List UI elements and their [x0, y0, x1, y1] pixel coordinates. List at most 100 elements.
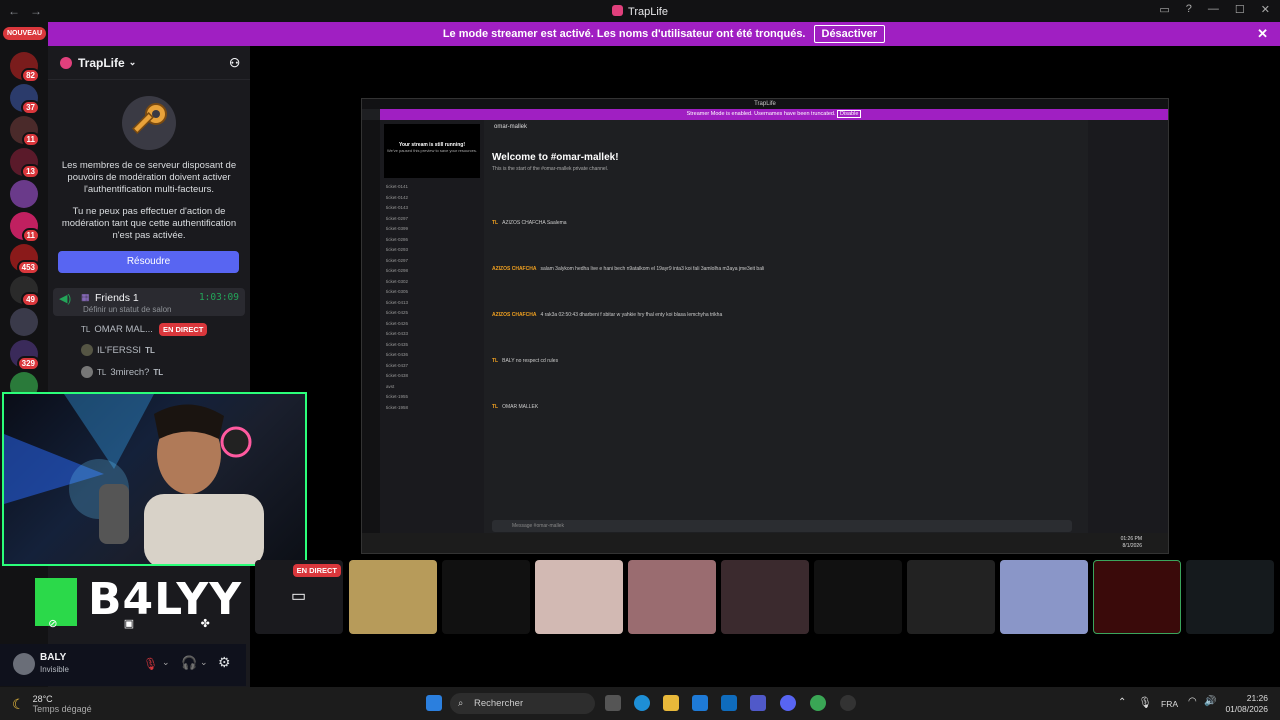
banner-close-icon[interactable]: ✕ — [1257, 26, 1268, 42]
voice-user[interactable]: IL'FERSSI TL — [81, 342, 155, 358]
store-icon[interactable] — [692, 695, 708, 711]
window-controls: ▭ ? — ☐ ✕ — [1159, 3, 1270, 16]
voice-channel[interactable]: ◀) ▦ Friends 1 1:03:09 Définir un statut… — [53, 288, 245, 316]
participant-tile[interactable] — [814, 560, 902, 634]
inbox-icon[interactable]: ▭ — [1159, 3, 1169, 16]
network-icon[interactable]: ◠ — [1188, 696, 1197, 707]
stream-paused-sub: We've paused this preview to save your r… — [386, 148, 478, 153]
minimize-button[interactable]: — — [1208, 3, 1219, 16]
teams-icon[interactable] — [750, 695, 766, 711]
server-icon[interactable]: 11 — [10, 212, 40, 243]
new-badge: NOUVEAU — [3, 27, 47, 40]
activity-icon[interactable]: ✤ — [201, 617, 210, 635]
participant-tile[interactable] — [907, 560, 995, 634]
chat-message: AZIZOS CHAFCHA salam 3alykom hedha live e… — [492, 266, 1082, 272]
language-indicator[interactable]: FRA — [1161, 699, 1178, 709]
participant-tile[interactable] — [442, 560, 530, 634]
avatar[interactable] — [13, 653, 35, 675]
participant-tile[interactable] — [535, 560, 623, 634]
ticket-channel: ticket-1958 — [386, 404, 409, 410]
server-icon[interactable]: 82 — [10, 52, 40, 83]
message-author: TL — [492, 404, 499, 410]
server-icon[interactable] — [10, 308, 38, 336]
close-button[interactable]: ✕ — [1261, 3, 1270, 16]
discord-icon[interactable] — [780, 695, 796, 711]
ticket-channel: ticket-0426 — [386, 320, 409, 326]
streamer-mode-banner: Le mode streamer est activé. Les noms d'… — [48, 22, 1280, 46]
app-icon[interactable] — [840, 695, 856, 711]
ticket-channel: ticket-0436 — [386, 352, 409, 357]
headset-icon[interactable]: 🎧 — [181, 655, 197, 671]
server-icon[interactable]: 49 — [10, 276, 40, 307]
unread-badge: 11 — [21, 132, 40, 147]
chrome-icon[interactable] — [810, 695, 826, 711]
chevron-down-icon[interactable]: ⌄ — [200, 657, 208, 668]
clock[interactable]: 21:26 01/08/2026 — [1225, 693, 1268, 715]
chat-message: TL AZIZOS CHAFCHA Saalema — [492, 220, 1082, 226]
chevron-down-icon[interactable]: ⌄ — [162, 657, 170, 668]
unread-badge: 329 — [16, 356, 40, 371]
server-icon[interactable] — [10, 180, 38, 208]
inner-server-list — [362, 120, 380, 533]
disable-streamer-button[interactable]: Désactiver — [813, 25, 886, 43]
participant-tile[interactable] — [1186, 560, 1274, 634]
voice-user[interactable]: TL OMAR MAL... EN DIRECT — [81, 321, 208, 337]
server-icon[interactable]: 453 — [10, 244, 40, 275]
webcam-overlay — [2, 392, 307, 566]
server-icon[interactable]: 37 — [10, 84, 40, 115]
server-header[interactable]: TrapLife ⌄ ⚇ — [48, 46, 250, 80]
server-icon[interactable]: 13 — [10, 148, 40, 179]
settings-gear-icon[interactable]: ⚙ — [218, 654, 231, 671]
microphone-icon[interactable]: 🎙 — [1138, 696, 1152, 709]
ticket-channel: ticket-0298 — [386, 268, 409, 273]
participant-tile[interactable] — [1000, 560, 1088, 634]
inner-welcome: Welcome to #omar-mallek! — [492, 152, 619, 163]
screen-share-view[interactable]: TrapLife Streamer Mode is enabled. Usern… — [361, 98, 1169, 554]
search-icon: ⌕ — [458, 698, 464, 709]
maximize-button[interactable]: ☐ — [1235, 3, 1245, 16]
add-member-icon[interactable]: ⚇ — [229, 56, 240, 70]
clock-date: 01/08/2026 — [1225, 704, 1268, 714]
windows-taskbar: ☾ 28°C Temps dégagé ⌕ Rechercher ⌃ 🎙 FRA… — [0, 687, 1280, 720]
unread-badge: 453 — [16, 260, 40, 275]
message-text: salam 3alykom hedha live e hani bech n9a… — [540, 266, 765, 272]
voice-user[interactable]: TL 3mirech? TL — [81, 364, 163, 380]
ticket-channel: ticket-0399 — [386, 226, 409, 231]
server-icon[interactable]: 329 — [10, 340, 40, 371]
mfa-text-2: Tu ne peux pas effectuer d'action de mod… — [61, 206, 237, 241]
avatar — [81, 344, 93, 356]
inner-welcome-sub: This is the start of the #omar-mallek pr… — [492, 166, 609, 172]
inner-chat: omar-mallek Welcome to #omar-mallek! Thi… — [484, 120, 1088, 533]
ticket-channel: ticket-0297 — [386, 215, 409, 221]
stage-icon: ▦ — [81, 292, 90, 302]
weather-widget[interactable]: ☾ 28°C Temps dégagé — [12, 694, 92, 714]
ticket-channel: ticket-0305 — [386, 289, 409, 294]
camera-off-icon[interactable]: ⊘ — [48, 617, 57, 635]
mic-muted-icon[interactable]: 🎙 — [143, 657, 158, 671]
webcam-video — [4, 394, 264, 564]
screen-share-icon[interactable]: ▣ — [124, 617, 134, 635]
participant-tile[interactable] — [628, 560, 716, 634]
unread-badge: 13 — [21, 164, 40, 179]
task-view-icon[interactable] — [605, 695, 621, 711]
volume-icon[interactable]: 🔊 — [1204, 696, 1216, 707]
user-tag: TL — [153, 367, 164, 377]
message-text: OMAR MALLEK — [502, 404, 539, 410]
server-name: TrapLife — [78, 55, 125, 70]
file-explorer-icon[interactable] — [663, 695, 679, 711]
taskbar-search[interactable]: ⌕ Rechercher — [450, 693, 595, 714]
participant-tile[interactable] — [721, 560, 809, 634]
help-icon[interactable]: ? — [1186, 3, 1192, 16]
outlook-icon[interactable] — [721, 695, 737, 711]
inner-banner: Streamer Mode is enabled. Usernames have… — [380, 109, 1168, 120]
server-icon[interactable]: 11 — [10, 116, 40, 147]
start-icon[interactable] — [426, 695, 442, 711]
participant-tile[interactable] — [349, 560, 437, 634]
resolve-button[interactable]: Résoudre — [58, 251, 239, 273]
voice-status[interactable]: Définir un statut de salon — [83, 305, 172, 314]
participant-tile-stream[interactable]: EN DIRECT ▭ — [255, 560, 343, 634]
edge-icon[interactable] — [634, 695, 650, 711]
participant-tile[interactable] — [1093, 560, 1181, 634]
user-name: OMAR MAL... — [94, 323, 153, 335]
chevron-up-icon[interactable]: ⌃ — [1118, 697, 1126, 708]
